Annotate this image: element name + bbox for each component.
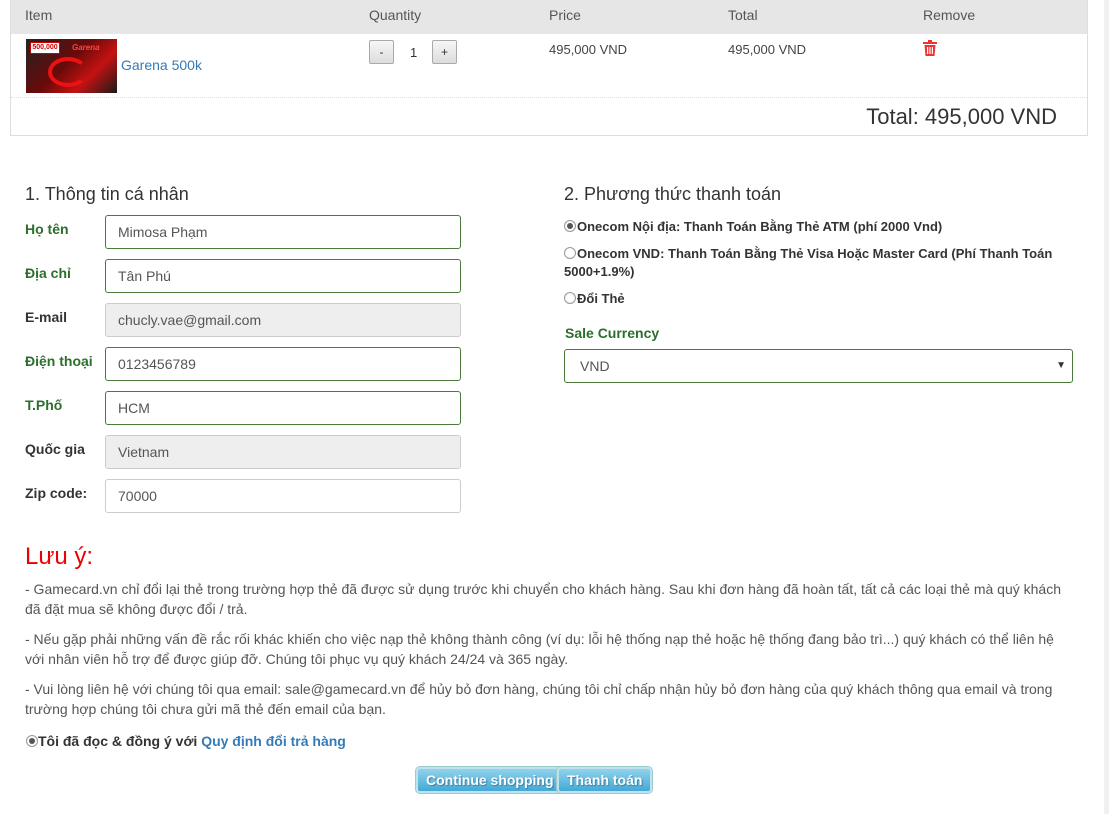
zip-label: Zip code: (25, 485, 88, 501)
country-label: Quốc gia (25, 441, 85, 457)
name-field[interactable] (105, 215, 461, 249)
sale-currency-label: Sale Currency (565, 325, 660, 341)
note-item: - Gamecard.vn chỉ đổi lại thẻ trong trườ… (25, 581, 1061, 617)
email-label: E-mail (25, 309, 68, 325)
product-thumbnail[interactable]: 500,000 Garena (26, 39, 117, 93)
trash-icon[interactable] (923, 40, 937, 56)
email-field[interactable] (105, 303, 461, 337)
thumb-brand: Garena (72, 43, 100, 52)
note-item: - Vui lòng liên hệ với chúng tôi qua ema… (25, 681, 1053, 717)
payment-option-atm-label[interactable]: Onecom Nội địa: Thanh Toán Bằng Thẻ ATM … (577, 218, 1077, 236)
header-item: Item (25, 7, 53, 23)
address-label: Địa chỉ (25, 265, 71, 281)
checkout-button[interactable]: Thanh toán (557, 767, 653, 793)
header-remove: Remove (923, 7, 976, 23)
quantity-value: 1 (410, 45, 418, 60)
cart-table: Item Quantity Price Total Remove 500,000… (10, 0, 1088, 136)
grand-total: Total: 495,000 VND (866, 104, 1057, 129)
item-total: 495,000 VND (728, 42, 807, 57)
thumb-badge: 500,000 (30, 42, 60, 54)
payment-option-atm-radio[interactable] (564, 220, 576, 232)
sale-currency-select[interactable]: VND ▼ (564, 349, 1073, 383)
zip-field[interactable] (105, 479, 461, 513)
personal-info-title: 1. Thông tin cá nhân (25, 184, 189, 204)
return-policy-link[interactable]: Quy định đổi trả hàng (201, 733, 346, 749)
notes-title: Lưu ý: (25, 543, 94, 570)
header-quantity: Quantity (369, 7, 422, 23)
agree-label: Tôi đã đọc & đồng ý với (38, 733, 202, 749)
item-price: 495,000 VND (549, 42, 628, 57)
thumb-swirl (48, 57, 88, 87)
sale-currency-value: VND (580, 358, 610, 374)
cart-header: Item Quantity Price Total Remove (11, 0, 1087, 34)
phone-label: Điện thoại (25, 353, 93, 369)
agree-text: Tôi đã đọc & đồng ý với Quy định đổi trả… (38, 733, 346, 749)
city-label: T.Phố (25, 397, 63, 413)
header-price: Price (549, 7, 581, 23)
city-field[interactable] (105, 391, 461, 425)
agree-radio[interactable] (26, 735, 38, 747)
note-item: - Nếu gặp phải những vấn đề rắc rối khác… (25, 631, 1054, 667)
payment-option-exchange-radio[interactable] (564, 292, 576, 304)
scrollbar[interactable] (1104, 0, 1109, 814)
quantity-increase-button[interactable]: + (432, 40, 457, 64)
table-row: 500,000 Garena Garena 500k - 1 + 495,000… (11, 34, 1087, 98)
name-label: Họ tên (25, 221, 69, 237)
phone-field[interactable] (105, 347, 461, 381)
continue-shopping-button[interactable]: Continue shopping (416, 767, 564, 793)
address-field[interactable] (105, 259, 461, 293)
chevron-down-icon: ▼ (1056, 360, 1066, 371)
payment-method-title: 2. Phương thức thanh toán (564, 184, 782, 204)
header-total: Total (728, 7, 758, 23)
country-field[interactable] (105, 435, 461, 469)
product-name-link[interactable]: Garena 500k (121, 57, 202, 73)
payment-option-visa-label[interactable]: Onecom VND: Thanh Toán Bằng Thẻ Visa Hoặ… (564, 245, 1064, 281)
payment-option-exchange-label[interactable]: Đổi Thẻ (577, 290, 625, 308)
quantity-decrease-button[interactable]: - (369, 40, 394, 64)
